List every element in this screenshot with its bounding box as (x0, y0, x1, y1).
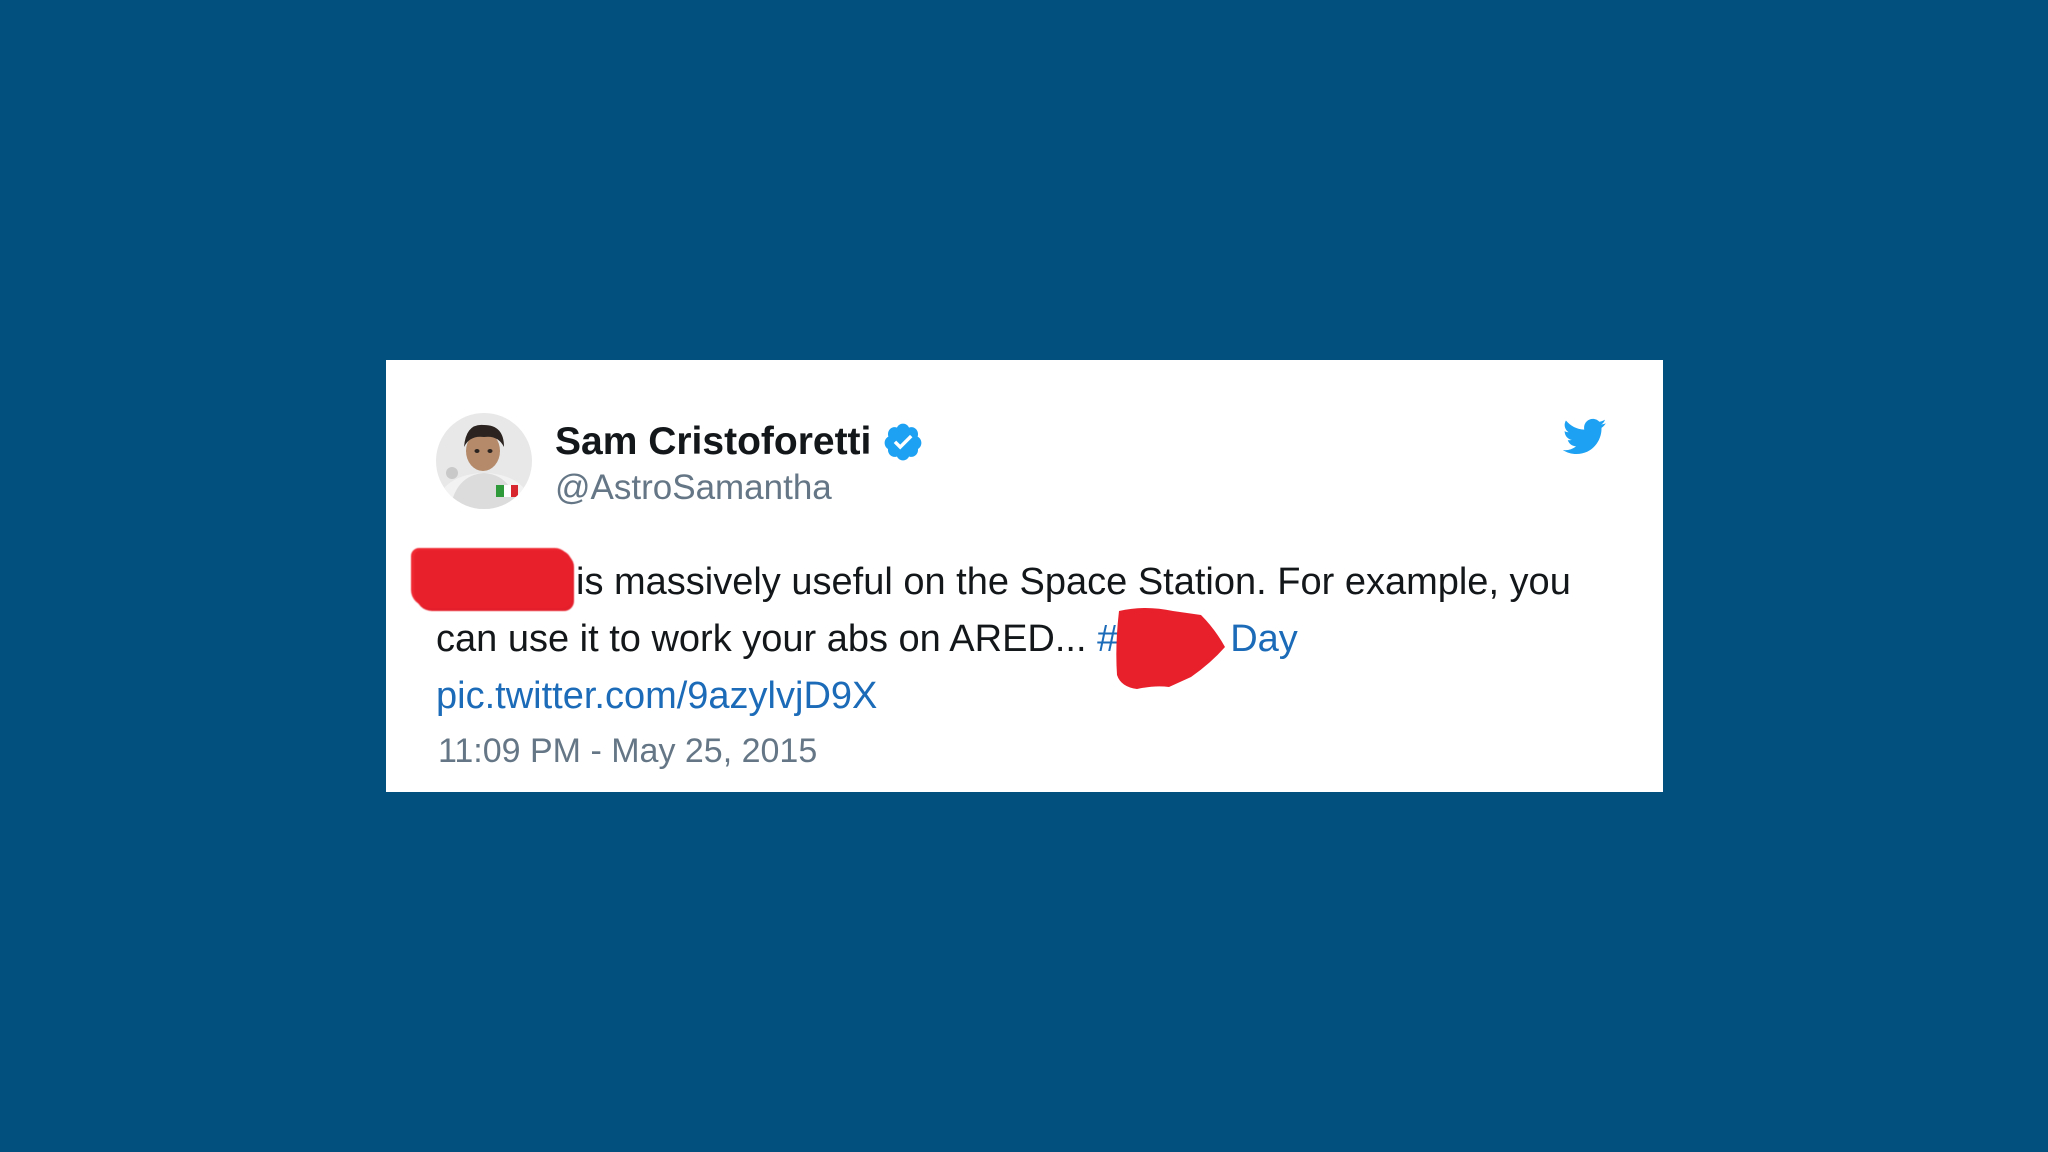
tweet-card: Sam Cristoforetti @AstroSamantha is mass… (386, 360, 1663, 792)
handle[interactable]: @AstroSamantha (555, 468, 832, 508)
pic-link[interactable]: pic.twitter.com/9azylvjD9X (436, 675, 877, 717)
hashtag-link[interactable]: # Day (1097, 608, 1298, 689)
hashtag-end: Day (1230, 618, 1298, 660)
timestamp[interactable]: 11:09 PM - May 25, 2015 (438, 732, 817, 771)
tweet-text: is massively useful on the Space Station… (414, 550, 1616, 725)
redaction-mark (414, 550, 572, 608)
display-name[interactable]: Sam Cristoforetti (555, 420, 871, 464)
redaction-mark (1116, 608, 1226, 689)
twitter-bird-icon[interactable] (1562, 418, 1607, 456)
avatar[interactable] (436, 413, 532, 509)
tweet-body: is massively useful on the Space Station… (436, 561, 1571, 660)
author-row: Sam Cristoforetti (555, 418, 924, 466)
verified-badge-icon (882, 421, 924, 463)
